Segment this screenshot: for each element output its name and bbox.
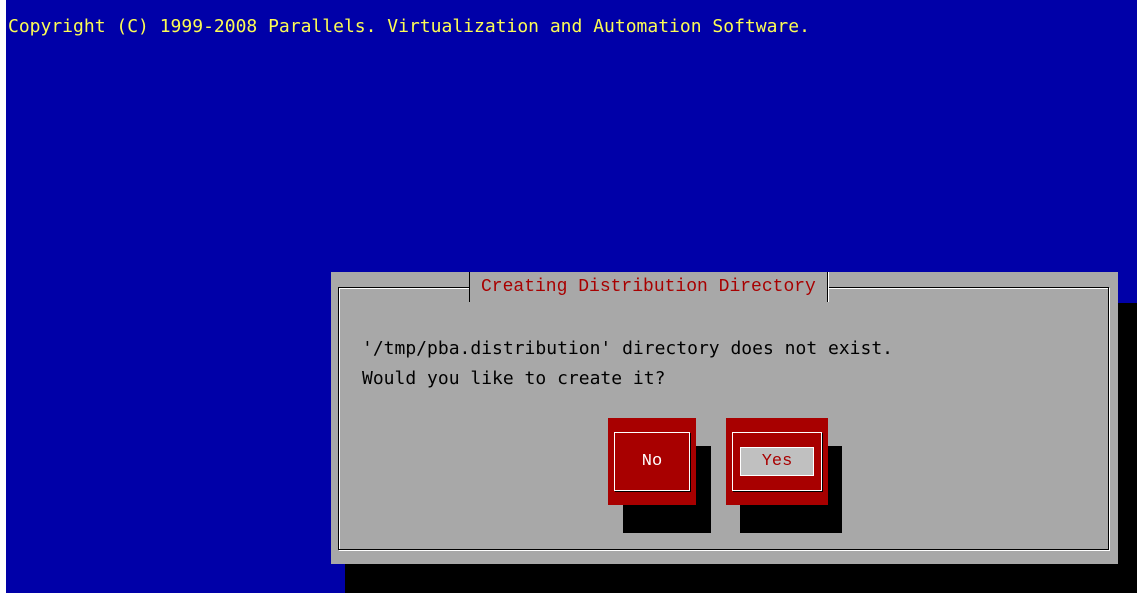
yes-button[interactable]: Yes	[726, 418, 828, 505]
no-button[interactable]: No	[608, 418, 696, 505]
copyright-header: Copyright (C) 1999-2008 Parallels. Virtu…	[8, 16, 810, 37]
yes-button-label: Yes	[761, 452, 793, 471]
no-button-label: No	[641, 452, 663, 471]
dialog-frame	[338, 287, 1109, 550]
terminal-screen: Copyright (C) 1999-2008 Parallels. Virtu…	[0, 0, 1137, 593]
dialog-title: Creating Distribution Directory	[481, 277, 816, 297]
dialog-message: '/tmp/pba.distribution' directory does n…	[362, 338, 894, 389]
dialog-box: Creating Distribution Directory '/tmp/pb…	[331, 272, 1118, 564]
window-left-edge	[0, 0, 6, 593]
dialog-title-box: Creating Distribution Directory	[469, 272, 828, 302]
